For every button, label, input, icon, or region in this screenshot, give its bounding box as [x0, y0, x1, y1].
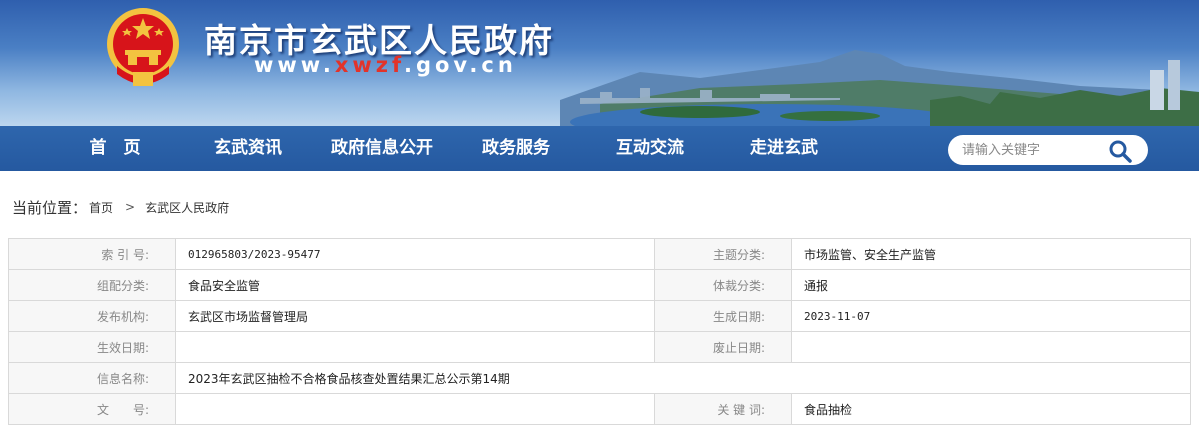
site-banner: 南京市玄武区人民政府 www.xwzf.gov.cn — [0, 0, 1199, 126]
table-row: 生效日期: 废止日期: — [8, 331, 1191, 363]
search-icon[interactable] — [1108, 139, 1132, 163]
abolish-date-label: 废止日期: — [654, 331, 792, 363]
nav-item-news[interactable]: 玄武资讯 — [188, 126, 308, 171]
nav-item-home[interactable]: 首 页 — [55, 126, 175, 171]
main-nav: 首 页 玄武资讯 政府信息公开 政务服务 互动交流 走进玄武 — [0, 126, 1199, 171]
index-label: 索 引 号: — [8, 238, 176, 270]
effective-date-value — [175, 331, 655, 363]
search-box — [948, 135, 1148, 165]
site-url: www.xwzf.gov.cn — [254, 53, 517, 77]
abolish-date-value — [791, 331, 1191, 363]
table-row: 文 号: 关 键 词: 食品抽检 — [8, 393, 1191, 425]
topic-value: 市场监管、安全生产监管 — [791, 238, 1191, 270]
publisher-label: 发布机构: — [8, 300, 176, 332]
keywords-label: 关 键 词: — [654, 393, 792, 425]
org-category-value: 食品安全监管 — [175, 269, 655, 301]
table-row: 组配分类: 食品安全监管 体裁分类: 通报 — [8, 269, 1191, 301]
doc-number-label: 文 号: — [8, 393, 176, 425]
nav-item-services[interactable]: 政务服务 — [456, 126, 576, 171]
index-value: 012965803/2023-95477 — [175, 238, 655, 270]
site-url-highlight: xwzf — [334, 53, 404, 77]
topic-label: 主题分类: — [654, 238, 792, 270]
genre-value: 通报 — [791, 269, 1191, 301]
table-row: 发布机构: 玄武区市场监督管理局 生成日期: 2023-11-07 — [8, 300, 1191, 332]
breadcrumb-current-link[interactable]: 玄武区人民政府 — [145, 199, 229, 216]
org-category-label: 组配分类: — [8, 269, 176, 301]
created-date-value: 2023-11-07 — [791, 300, 1191, 332]
breadcrumb-home-link[interactable]: 首页 — [89, 199, 113, 216]
nav-item-about[interactable]: 走进玄武 — [724, 126, 844, 171]
national-emblem-icon — [107, 8, 179, 86]
publisher-value: 玄武区市场监督管理局 — [175, 300, 655, 332]
breadcrumb-label: 当前位置： — [12, 198, 88, 217]
info-name-label: 信息名称: — [8, 362, 176, 394]
document-info-table: 索 引 号: 012965803/2023-95477 主题分类: 市场监管、安… — [8, 238, 1191, 425]
site-url-suffix: .gov.cn — [404, 53, 517, 77]
info-name-value: 2023年玄武区抽检不合格食品核查处置结果汇总公示第14期 — [175, 362, 1191, 394]
keywords-value: 食品抽检 — [791, 393, 1191, 425]
chevron-right-icon: > — [125, 200, 136, 214]
doc-number-value — [175, 393, 655, 425]
effective-date-label: 生效日期: — [8, 331, 176, 363]
table-row: 信息名称: 2023年玄武区抽检不合格食品核查处置结果汇总公示第14期 — [8, 362, 1191, 394]
nav-item-gov-info[interactable]: 政府信息公开 — [322, 126, 442, 171]
genre-label: 体裁分类: — [654, 269, 792, 301]
search-input[interactable] — [948, 135, 1108, 165]
created-date-label: 生成日期: — [654, 300, 792, 332]
site-url-prefix: www. — [254, 53, 335, 77]
nav-item-interaction[interactable]: 互动交流 — [590, 126, 710, 171]
table-row: 索 引 号: 012965803/2023-95477 主题分类: 市场监管、安… — [8, 238, 1191, 270]
breadcrumb: 当前位置： 首页 > 玄武区人民政府 — [12, 196, 229, 218]
